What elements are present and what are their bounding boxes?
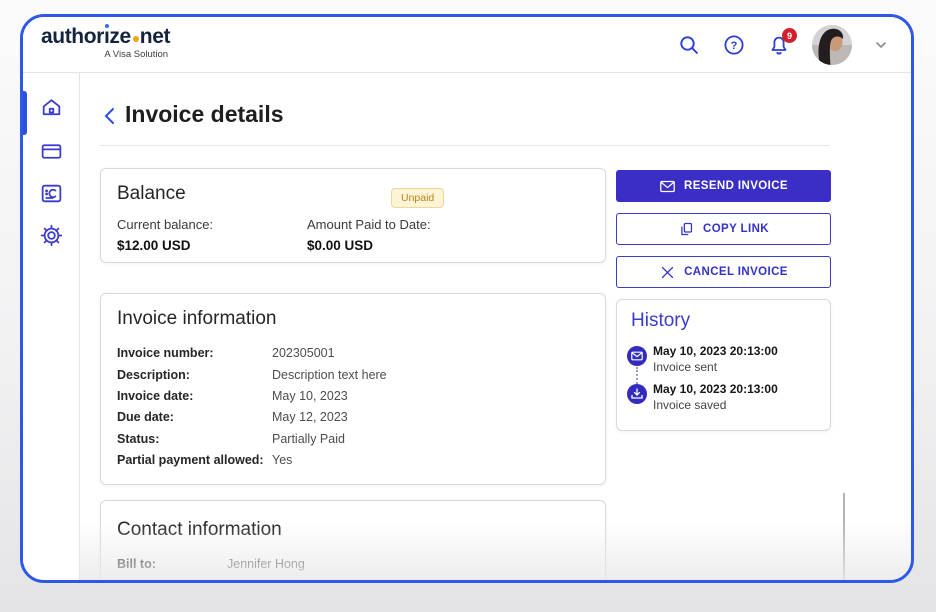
envelope-icon bbox=[627, 346, 647, 366]
page-title: Invoice details bbox=[125, 101, 284, 128]
header-actions: ? 9 bbox=[677, 17, 889, 73]
sidebar bbox=[23, 73, 80, 583]
help-icon[interactable]: ? bbox=[722, 33, 746, 57]
copy-link-button[interactable]: COPY LINK bbox=[616, 213, 831, 245]
balance-title: Balance bbox=[117, 183, 186, 205]
logo-i-dot bbox=[105, 24, 109, 28]
invoice-row: Invoice date:May 10, 2023 bbox=[117, 389, 348, 403]
amount-paid-label: Amount Paid to Date: bbox=[307, 217, 431, 232]
card-icon bbox=[39, 139, 64, 164]
contact-information-title: Contact information bbox=[117, 519, 282, 541]
history-event-label: Invoice sent bbox=[653, 360, 717, 374]
sidebar-item-payments[interactable] bbox=[39, 139, 64, 164]
contact-information-card: Contact information Bill to:Jennifer Hon… bbox=[100, 500, 606, 583]
history-event-label: Invoice saved bbox=[653, 398, 726, 412]
scrollbar-thumb[interactable] bbox=[843, 493, 845, 581]
app-window: authorızenet A Visa Solution ? 9 bbox=[20, 14, 914, 583]
timeline-connector bbox=[636, 367, 638, 384]
invoice-information-title: Invoice information bbox=[117, 308, 276, 330]
authorize-net-logo: authorızenet A Visa Solution bbox=[41, 25, 170, 60]
envelope-icon bbox=[659, 178, 676, 195]
sidebar-active-indicator bbox=[23, 91, 27, 135]
x-icon bbox=[659, 264, 676, 281]
current-balance-value: $12.00 USD bbox=[117, 238, 213, 253]
invoice-row: Partial payment allowed:Yes bbox=[117, 453, 292, 467]
save-icon bbox=[627, 384, 647, 404]
chevron-down-icon[interactable] bbox=[873, 37, 889, 53]
logo-text: authorızenet bbox=[41, 25, 170, 49]
cancel-invoice-button[interactable]: CANCEL INVOICE bbox=[616, 256, 831, 288]
notification-badge: 9 bbox=[782, 28, 797, 43]
balance-card: Balance Unpaid Current balance: $12.00 U… bbox=[100, 168, 606, 263]
invoice-row: Description:Description text here bbox=[117, 368, 387, 382]
history-timestamp: May 10, 2023 20:13:00 bbox=[653, 382, 778, 396]
avatar[interactable] bbox=[812, 25, 852, 65]
history-title: History bbox=[631, 310, 690, 332]
main-content: Invoice details Balance Unpaid Current b… bbox=[80, 73, 911, 583]
resend-invoice-button[interactable]: RESEND INVOICE bbox=[616, 170, 831, 202]
title-divider bbox=[100, 145, 830, 146]
chevron-left-icon bbox=[101, 105, 119, 127]
invoice-row: Due date:May 12, 2023 bbox=[117, 410, 348, 424]
invoice-row: Invoice number:202305001 bbox=[117, 346, 335, 360]
terminal-icon bbox=[39, 181, 64, 206]
history-card: History May 10, 2023 20:13:00 Invoice se… bbox=[616, 299, 831, 431]
svg-text:?: ? bbox=[731, 40, 738, 52]
contact-row: Email:Jennifer@email.com bbox=[117, 581, 341, 583]
sidebar-item-settings[interactable] bbox=[39, 223, 64, 248]
current-balance-label: Current balance: bbox=[117, 217, 213, 232]
sidebar-item-home[interactable] bbox=[39, 95, 64, 120]
header: authorızenet A Visa Solution ? 9 bbox=[23, 17, 911, 73]
status-badge: Unpaid bbox=[391, 188, 444, 208]
search-icon[interactable] bbox=[677, 33, 701, 57]
current-balance: Current balance: $12.00 USD bbox=[117, 217, 213, 253]
copy-icon bbox=[678, 221, 695, 238]
bell-icon[interactable]: 9 bbox=[767, 33, 791, 57]
logo-tagline: A Visa Solution bbox=[41, 49, 170, 60]
contact-row: Bill to:Jennifer Hong bbox=[117, 557, 305, 571]
invoice-row: Status:Partially Paid bbox=[117, 432, 345, 446]
sidebar-item-invoicing[interactable] bbox=[39, 181, 64, 206]
amount-paid-value: $0.00 USD bbox=[307, 238, 431, 253]
home-icon bbox=[39, 95, 64, 120]
gear-icon bbox=[39, 223, 64, 248]
amount-paid: Amount Paid to Date: $0.00 USD bbox=[307, 217, 431, 253]
back-button[interactable] bbox=[101, 105, 119, 127]
invoice-information-card: Invoice information Invoice number:20230… bbox=[100, 293, 606, 485]
logo-orange-dot bbox=[133, 36, 139, 42]
history-timestamp: May 10, 2023 20:13:00 bbox=[653, 344, 778, 358]
